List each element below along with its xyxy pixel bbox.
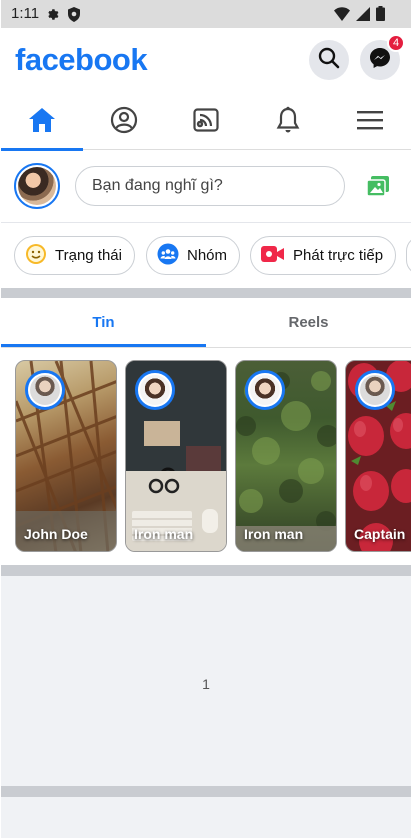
status-chip[interactable]: Trạng thái: [14, 236, 135, 275]
story-name: John Doe: [24, 526, 88, 542]
status-time: 1:11: [11, 5, 40, 22]
divider: [1, 786, 411, 797]
search-button[interactable]: [309, 40, 349, 80]
profile-icon: [110, 106, 138, 139]
story-avatar: [25, 370, 65, 410]
live-video-icon: [261, 245, 285, 267]
messenger-badge: 4: [387, 34, 405, 52]
story-avatar: [245, 370, 285, 410]
messenger-button[interactable]: 4: [360, 34, 405, 80]
app-header: facebook 4: [1, 28, 411, 94]
menu-icon: [356, 109, 384, 136]
news-feed-bottom: [1, 797, 411, 838]
video-feed-icon: [193, 107, 219, 137]
quick-actions: Trạng thái Nhóm Phát trực tiếp: [1, 222, 411, 288]
avatar[interactable]: [14, 163, 60, 209]
whats-on-your-mind-input[interactable]: Bạn đang nghĩ gì?: [75, 166, 345, 206]
tab-watch[interactable]: [165, 94, 247, 150]
facebook-logo[interactable]: facebook: [15, 42, 148, 78]
story-avatar: [355, 370, 395, 410]
group-chip[interactable]: Nhóm: [146, 236, 241, 275]
photo-icon[interactable]: [366, 176, 389, 201]
more-chip[interactable]: [406, 236, 411, 275]
gear-icon: [45, 7, 60, 27]
story-name: Iron man: [134, 526, 194, 542]
group-icon: [157, 243, 179, 269]
tab-reels[interactable]: Reels: [206, 298, 411, 346]
main-nav: [1, 94, 411, 151]
feed-page-number: 1: [202, 676, 210, 692]
tab-profile[interactable]: [83, 94, 165, 150]
shield-icon: [67, 7, 81, 27]
news-feed: 1: [1, 576, 411, 786]
bell-icon: [276, 106, 300, 139]
signal-icon: [356, 6, 370, 26]
smiley-icon: [25, 243, 47, 269]
story-card[interactable]: Captain: [345, 360, 411, 552]
chip-label: Phát trực tiếp: [293, 247, 384, 264]
search-icon: [318, 47, 340, 74]
messenger-icon: [369, 47, 391, 74]
wifi-icon: [334, 6, 350, 26]
live-chip[interactable]: Phát trực tiếp: [250, 236, 397, 275]
chip-label: Trạng thái: [55, 247, 122, 264]
story-card[interactable]: Iron man: [125, 360, 227, 552]
divider: [1, 565, 411, 576]
tab-menu[interactable]: [329, 94, 411, 150]
chip-label: Nhóm: [187, 247, 228, 264]
story-name: Iron man: [244, 526, 304, 542]
story-card[interactable]: Iron man: [235, 360, 337, 552]
tab-stories[interactable]: Tin: [1, 298, 206, 347]
tab-notifications[interactable]: [247, 94, 329, 150]
stories-row: John Doe Iron man Iron man Captain: [1, 348, 411, 564]
battery-icon: [376, 6, 385, 26]
stories-tabs: Tin Reels: [1, 298, 411, 348]
story-avatar: [135, 370, 175, 410]
story-card[interactable]: John Doe: [15, 360, 117, 552]
app-screen: 1:11 facebook 4 Bạn đang nghĩ gì? Trạng …: [1, 0, 411, 838]
home-icon: [28, 107, 56, 138]
story-name: Captain: [354, 526, 406, 542]
post-composer: Bạn đang nghĩ gì?: [1, 150, 411, 222]
divider: [1, 288, 411, 298]
tab-home[interactable]: [1, 94, 83, 151]
status-bar: 1:11: [1, 0, 411, 28]
